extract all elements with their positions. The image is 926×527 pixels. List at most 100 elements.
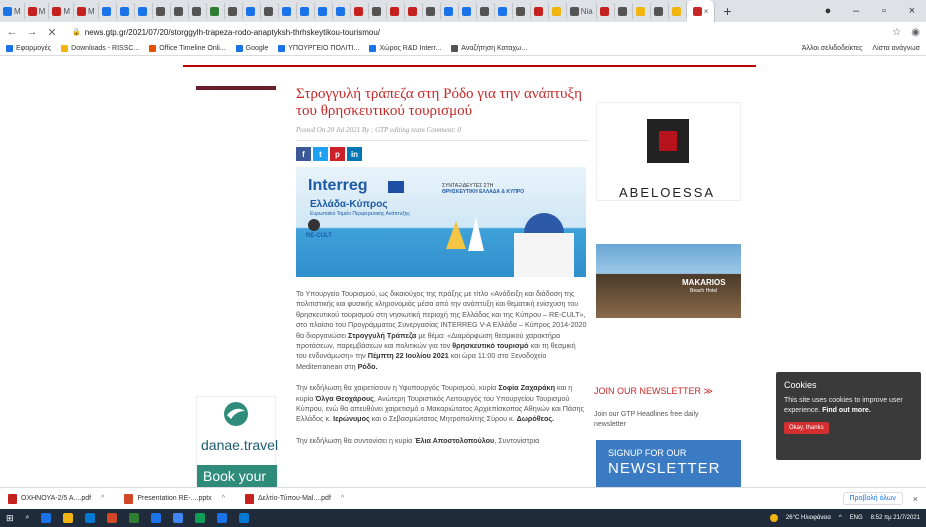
close-button[interactable]: × (898, 5, 926, 17)
browser-tab[interactable] (669, 3, 687, 19)
web-page: Στρογγυλή τράπεζα στη Ρόδο για την ανάπτ… (0, 56, 926, 487)
browser-tab[interactable] (207, 3, 225, 19)
browser-tab[interactable] (297, 3, 315, 19)
browser-tab[interactable] (171, 3, 189, 19)
pinterest-share-button[interactable]: p (330, 147, 345, 161)
browser-tab[interactable] (315, 3, 333, 19)
twitter-share-button[interactable]: t (313, 147, 328, 161)
taskbar-app-icon[interactable] (63, 513, 74, 523)
bookmark-label: Google (245, 45, 269, 52)
article-title[interactable]: Στρογγυλή τράπεζα στη Ρόδο για την ανάπτ… (296, 86, 588, 120)
profile-icon[interactable]: ● (814, 5, 842, 17)
active-tab[interactable]: × (686, 0, 716, 22)
show-all-downloads-button[interactable]: Προβολή όλων (842, 492, 903, 505)
browser-tab[interactable] (387, 3, 405, 19)
browser-tab[interactable] (459, 3, 477, 19)
bookmark-item[interactable]: Χώρος R&D Interr... (369, 45, 441, 52)
stop-reload-button[interactable]: ✕ (46, 26, 58, 39)
browser-tab[interactable] (549, 3, 567, 19)
bookmark-item[interactable]: Εφαρμογές (6, 45, 51, 52)
facebook-share-button[interactable]: f (296, 147, 311, 161)
browser-tab[interactable] (243, 3, 261, 19)
download-item[interactable]: Presentation RE-....pptx ^ (124, 493, 225, 504)
browser-tab[interactable]: M (49, 3, 75, 19)
search-icon[interactable]: ⌕ (26, 514, 30, 522)
taskbar-app-icon[interactable] (217, 513, 228, 523)
browser-tab[interactable] (261, 3, 279, 19)
bookmark-item[interactable]: Office Timeline Onli... (149, 45, 226, 52)
makarios-hotel-ad[interactable]: MAKARIOS Beach Hotel (596, 244, 741, 318)
tray-arrow-icon[interactable]: ^ (839, 515, 842, 521)
danae-travel-ad[interactable]: danae.travel Book your (196, 396, 278, 487)
browser-tab[interactable] (99, 3, 117, 19)
bookmark-item[interactable]: Downloads - RISSC... (61, 45, 139, 52)
abeloessa-ad[interactable]: ABELOESSA (596, 102, 741, 201)
browser-tab[interactable] (423, 3, 441, 19)
cookie-accept-button[interactable]: Okay, thanks (784, 422, 829, 434)
browser-tab[interactable] (369, 3, 387, 19)
new-tab-button[interactable]: + (715, 3, 739, 19)
taskbar-app-icon[interactable] (239, 513, 250, 523)
windows-start-icon[interactable]: ⊞ (6, 513, 14, 524)
linkedin-share-button[interactable]: in (347, 147, 362, 161)
browser-tab[interactable]: M (0, 3, 25, 19)
taskbar-app-icon[interactable] (41, 513, 52, 523)
browser-tab[interactable] (441, 3, 459, 19)
taskbar-app-icon[interactable] (173, 513, 184, 523)
browser-tab[interactable] (615, 3, 633, 19)
chevron-up-icon[interactable]: ^ (222, 495, 225, 502)
newsletter-signup-button[interactable]: SIGNUP FOR OUR NEWSLETTER (596, 440, 741, 487)
browser-tab[interactable] (117, 3, 135, 19)
forward-button[interactable]: → (26, 26, 38, 38)
weather-text[interactable]: 26°C Ηλιοφάνεια (786, 515, 831, 521)
browser-tab[interactable] (225, 3, 243, 19)
bookmark-item[interactable]: ΥΠΟΥΡΓΕΙΟ ΠΟΛΙΤΙ... (278, 45, 359, 52)
chevron-up-icon[interactable]: ^ (341, 495, 344, 502)
bookmark-item[interactable]: Αναζήτηση Καταχω... (451, 45, 527, 52)
taskbar-app-icon[interactable] (129, 513, 140, 523)
bookmark-item[interactable]: Google (235, 45, 269, 52)
extension-icon[interactable]: ◉ (911, 27, 920, 38)
close-downloads-icon[interactable]: × (913, 494, 918, 504)
browser-tab[interactable] (135, 3, 153, 19)
browser-tab[interactable] (633, 3, 651, 19)
browser-tab[interactable] (333, 3, 351, 19)
taskbar-app-icon[interactable] (195, 513, 206, 523)
tab-favicon-icon (299, 6, 309, 16)
browser-tab[interactable] (405, 3, 423, 19)
browser-tab[interactable] (495, 3, 513, 19)
browser-tab[interactable] (189, 3, 207, 19)
browser-tab[interactable]: Nia (567, 3, 597, 19)
download-item[interactable]: Δελτίο-Τύπου-Mal....pdf ^ (244, 493, 344, 504)
find-out-more-link[interactable]: Find out more. (822, 407, 871, 414)
tab-favicon-icon (551, 6, 561, 16)
clock[interactable]: 8:52 πμ 21/7/2021 (871, 515, 920, 521)
bookmark-star-icon[interactable]: ☆ (892, 27, 901, 38)
browser-tab[interactable] (597, 3, 615, 19)
browser-tab[interactable] (651, 3, 669, 19)
divider (296, 140, 588, 141)
browser-tab[interactable] (513, 3, 531, 19)
download-item[interactable]: ΟΧΗΝΟΥΑ-2/5 Α....pdf ^ (8, 493, 104, 504)
bookmark-folder[interactable]: Άλλοι σελιδοδείκτες (802, 45, 863, 52)
taskbar-app-icon[interactable] (85, 513, 96, 523)
back-button[interactable]: ← (6, 26, 18, 38)
left-banner[interactable] (196, 86, 276, 90)
language-indicator[interactable]: ENG (850, 515, 863, 521)
minimize-button[interactable]: – (842, 5, 870, 17)
taskbar-app-icon[interactable] (151, 513, 162, 523)
address-bar[interactable]: 🔒 news.gtp.gr/2021/07/20/storggylh-trape… (66, 24, 884, 40)
browser-tab[interactable] (153, 3, 171, 19)
tab-close-icon[interactable]: × (704, 7, 709, 16)
browser-tab[interactable] (531, 3, 549, 19)
browser-tab[interactable]: M (25, 3, 50, 19)
browser-tab[interactable]: M (74, 3, 99, 19)
browser-tab[interactable] (351, 3, 369, 19)
maximize-button[interactable]: ▫ (870, 5, 898, 17)
bookmark-folder[interactable]: Λίστα ανάγνωσ (872, 45, 920, 52)
chevron-up-icon[interactable]: ^ (101, 495, 104, 502)
ad-cta[interactable]: Book your (197, 465, 277, 487)
browser-tab[interactable] (477, 3, 495, 19)
browser-tab[interactable] (279, 3, 297, 19)
taskbar-app-icon[interactable] (107, 513, 118, 523)
